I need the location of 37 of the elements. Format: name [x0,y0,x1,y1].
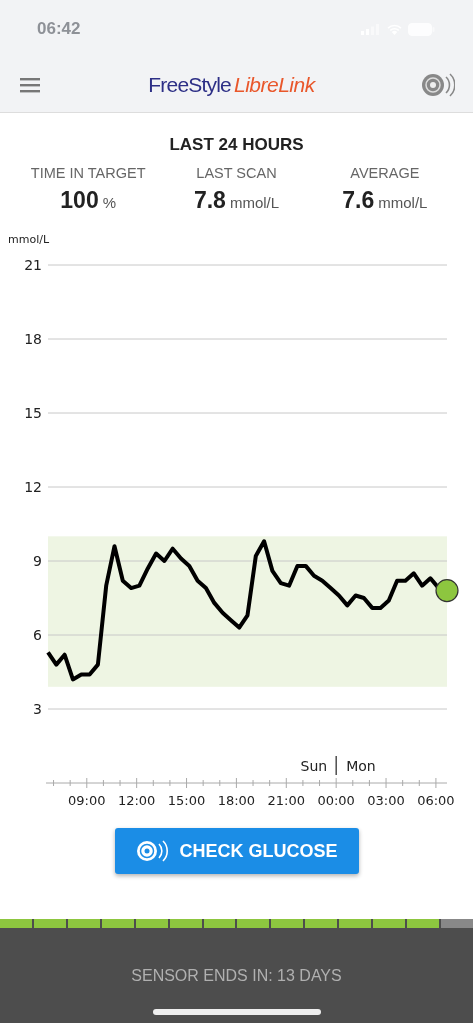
stat-value: 7.6 [342,187,375,214]
stat-value: 7.8 [193,187,226,214]
x-tick-label: 09:00 [68,793,106,808]
y-tick-label: 15 [24,405,42,421]
y-tick-label: 9 [33,553,42,569]
y-tick-label: 18 [24,331,42,347]
stat-unit: mmol/L [378,194,428,211]
x-tick-label: 00:00 [317,793,355,808]
status-time: 06:42 [37,19,81,39]
day-label: Mon [346,758,376,774]
axis-unit-label: mmol/L [8,233,50,246]
y-tick-label: 6 [33,627,42,643]
stat-label: TIME IN TARGET [30,165,146,181]
x-tick-label: 12:00 [117,793,156,808]
y-tick-label: 12 [24,479,42,495]
sensor-ends-text: SENSOR ENDS IN: 13 DAYS [131,967,342,985]
logo-product: LibreLink [233,73,315,97]
x-tick-label: 21:00 [267,793,306,808]
x-tick-label: 06:00 [417,793,455,808]
day-label: Sun [300,758,328,774]
menu-button[interactable] [18,75,42,95]
check-glucose-button[interactable]: CHECK GLUCOSE [114,828,359,874]
stat-unit: mmol/L [229,194,280,211]
x-tick-label: 15:00 [167,793,206,808]
current-reading-dot [435,579,459,603]
stat-value: 100 [60,187,99,214]
sensor-scan-icon [135,838,170,864]
y-tick-label: 21 [24,257,42,273]
sensor-scan-icon[interactable] [421,71,455,99]
x-tick-label: 03:00 [367,793,405,808]
x-tick-label: 18:00 [217,793,256,808]
logo-brand: FreeStyle [148,73,231,97]
y-tick-label: 3 [33,701,42,717]
summary-title: LAST 24 HOURS [168,135,305,155]
stat-label: LAST SCAN [196,165,277,181]
stat-unit: % [102,194,116,211]
stat-label: AVERAGE [350,165,420,181]
